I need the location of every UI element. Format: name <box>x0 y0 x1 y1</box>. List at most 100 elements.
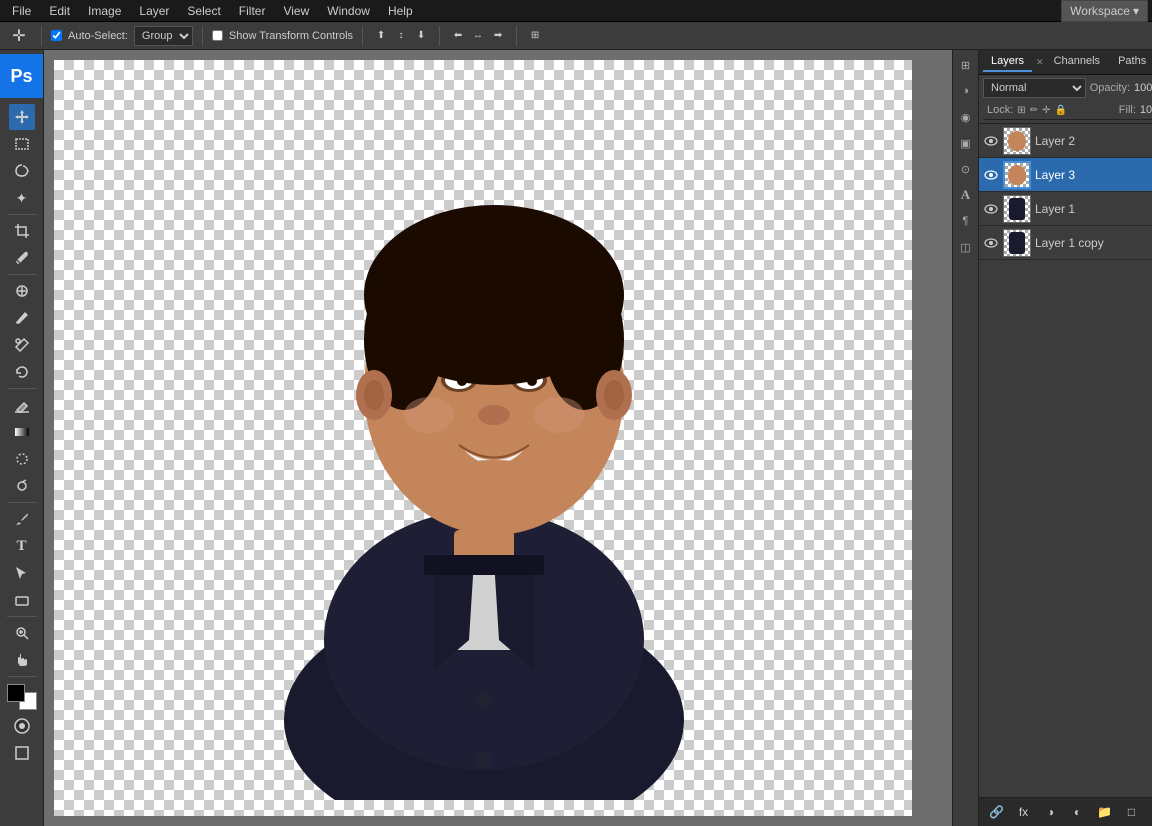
tab-paths[interactable]: Paths <box>1110 52 1152 72</box>
main-content: Ps ✦ <box>0 50 1152 826</box>
layer-visibility-eye-layer2[interactable] <box>983 133 999 149</box>
masks-icon[interactable]: ◉ <box>955 106 977 128</box>
lock-transparent-icon[interactable]: ⊞ <box>1017 105 1025 116</box>
rectangular-marquee-tool[interactable] <box>9 131 35 157</box>
lock-position-icon[interactable]: ✛ <box>1042 105 1050 116</box>
layers-tabs: Layers ✕ Channels Paths ≡ <box>979 50 1152 75</box>
layer-item-layer1[interactable]: Layer 1 <box>979 192 1152 226</box>
workspace-button[interactable]: Workspace ▾ <box>1061 0 1148 22</box>
layer-menu[interactable]: Layer <box>131 2 177 20</box>
menu-bar: File Edit Image Layer Select Filter View… <box>0 0 1152 22</box>
view-menu[interactable]: View <box>275 2 317 20</box>
tools-icon[interactable]: ⊙ <box>955 158 977 180</box>
subject-figure <box>254 140 714 800</box>
layer-effects-button[interactable]: fx <box>1014 802 1034 822</box>
tab-close-layers[interactable]: ✕ <box>1036 57 1044 68</box>
shape-tool[interactable] <box>9 587 35 613</box>
lock-row: Lock: ⊞ ✏ ✛ 🔒 Fill: 100% <box>983 101 1152 120</box>
crop-tool[interactable] <box>9 218 35 244</box>
move-tool-icon: ✛ <box>6 23 32 49</box>
show-transform-label: Show Transform Controls <box>229 30 353 42</box>
layer-visibility-eye-layer1copy[interactable] <box>983 235 999 251</box>
magic-wand-tool[interactable]: ✦ <box>9 185 35 211</box>
clone-stamp-tool[interactable] <box>9 332 35 358</box>
select-menu[interactable]: Select <box>179 2 228 20</box>
align-vcenter-icon[interactable]: ↕ <box>392 27 410 45</box>
fill-label: Fill: <box>1119 104 1136 116</box>
edit-menu[interactable]: Edit <box>41 2 78 20</box>
gradient-tool[interactable] <box>9 419 35 445</box>
screen-mode[interactable] <box>9 740 35 766</box>
align-left-icon[interactable]: ⬅ <box>449 27 467 45</box>
filter-menu[interactable]: Filter <box>231 2 274 20</box>
options-bar: ✛ Auto-Select: Group Layer Show Transfor… <box>0 22 1152 50</box>
chevron-down-icon: ▾ <box>1133 4 1139 18</box>
hand-tool[interactable] <box>9 647 35 673</box>
create-layer-button[interactable]: □ <box>1122 802 1142 822</box>
lock-pixels-icon[interactable]: ✏ <box>1030 105 1038 116</box>
distribute-icon[interactable]: ⊞ <box>526 27 544 45</box>
tab-channels[interactable]: Channels <box>1046 52 1108 72</box>
lasso-tool[interactable] <box>9 158 35 184</box>
add-mask-button[interactable]: ◑ <box>1041 802 1061 822</box>
lock-all-icon[interactable]: 🔒 <box>1054 105 1066 116</box>
opacity-label: Opacity: <box>1090 82 1130 94</box>
auto-select-dropdown[interactable]: Group Layer <box>134 26 193 46</box>
align-top-icon[interactable]: ⬆ <box>372 27 390 45</box>
link-layers-button[interactable]: 🔗 <box>987 802 1007 822</box>
window-menu[interactable]: Window <box>319 2 378 20</box>
layer-visibility-eye-layer1[interactable] <box>983 201 999 217</box>
zoom-tool[interactable] <box>9 620 35 646</box>
foreground-color-swatch[interactable] <box>7 684 25 702</box>
layer-item-layer3[interactable]: Layer 3 <box>979 158 1152 192</box>
align-hcenter-icon[interactable]: ↔ <box>469 27 487 45</box>
layer-name-layer1: Layer 1 <box>1035 202 1152 216</box>
move-tool[interactable] <box>9 104 35 130</box>
canvas-frame <box>54 60 912 816</box>
align-right-icon[interactable]: ➡ <box>489 27 507 45</box>
delete-layer-button[interactable]: 🗑 <box>1149 802 1152 822</box>
path-selection-tool[interactable] <box>9 560 35 586</box>
image-menu[interactable]: Image <box>80 2 129 20</box>
properties-icon[interactable]: ⊞ <box>955 54 977 76</box>
layer-item-layer2[interactable]: Layer 2 <box>979 124 1152 158</box>
history-brush-tool[interactable] <box>9 359 35 385</box>
create-group-button[interactable]: 📁 <box>1095 802 1115 822</box>
adjustments-icon[interactable]: ◑ <box>955 80 977 102</box>
eraser-tool[interactable] <box>9 392 35 418</box>
help-menu[interactable]: Help <box>380 2 421 20</box>
tab-layers[interactable]: Layers <box>983 52 1032 72</box>
eyedropper-tool[interactable] <box>9 245 35 271</box>
layer-visibility-eye-layer3[interactable] <box>983 167 999 183</box>
layer-thumbnail-layer1 <box>1003 195 1031 223</box>
file-menu[interactable]: File <box>4 2 39 20</box>
brush-tool[interactable] <box>9 305 35 331</box>
layer-thumbnail-layer2 <box>1003 127 1031 155</box>
blur-tool[interactable] <box>9 446 35 472</box>
auto-select-label: Auto-Select: <box>68 30 128 42</box>
paragraph-icon[interactable]: ¶ <box>955 210 977 232</box>
quick-mask-mode[interactable] <box>9 713 35 739</box>
align-bottom-icon[interactable]: ⬇ <box>412 27 430 45</box>
right-panel: ⊞ ◑ ◉ ▣ ⊙ A ¶ ◫ Layers ✕ Channels Paths … <box>952 50 1152 826</box>
canvas-area[interactable] <box>44 50 952 826</box>
pen-tool[interactable] <box>9 506 35 532</box>
text-tool[interactable]: T <box>9 533 35 559</box>
layer-item-layer1copy[interactable]: Layer 1 copy <box>979 226 1152 260</box>
layers-controls: Normal Multiply Screen Opacity: 100% Loc… <box>979 75 1152 124</box>
opacity-value[interactable]: 100% <box>1134 82 1152 94</box>
dodge-tool[interactable] <box>9 473 35 499</box>
show-transform-checkbox[interactable] <box>212 30 223 41</box>
channels-icon[interactable]: ▣ <box>955 132 977 154</box>
history-icon[interactable]: ◫ <box>955 236 977 258</box>
add-adjustment-button[interactable]: ◐ <box>1068 802 1088 822</box>
layer-name-layer1copy: Layer 1 copy <box>1035 236 1152 250</box>
fill-value[interactable]: 100% <box>1140 104 1152 116</box>
auto-select-checkbox[interactable] <box>51 30 62 41</box>
layers-list: Layer 2 Layer 3 <box>979 124 1152 797</box>
healing-brush-tool[interactable] <box>9 278 35 304</box>
typography-icon[interactable]: A <box>955 184 977 206</box>
lock-label: Lock: <box>987 104 1013 116</box>
layer-thumbnail-layer3 <box>1003 161 1031 189</box>
blend-mode-dropdown[interactable]: Normal Multiply Screen <box>983 78 1086 98</box>
